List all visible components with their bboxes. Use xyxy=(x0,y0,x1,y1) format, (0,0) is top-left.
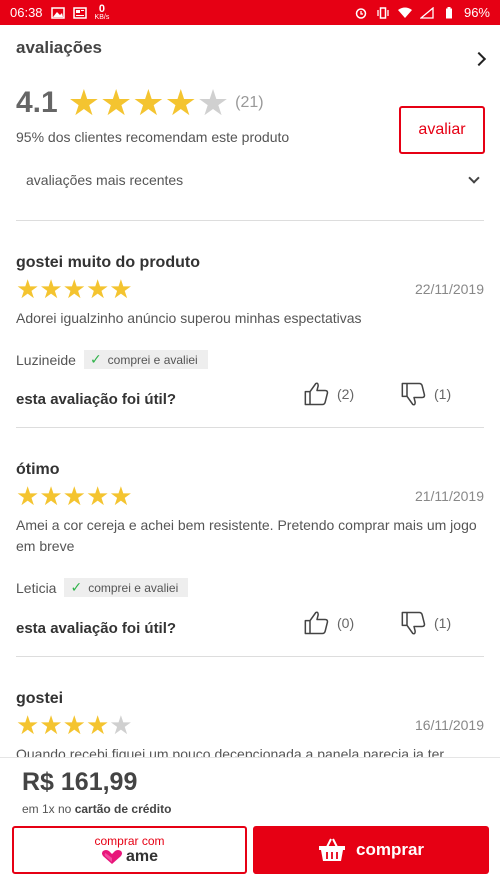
rating-stars: ★ ★ ★ ★ ★ xyxy=(68,85,229,121)
thumbs-down-icon xyxy=(401,611,426,635)
divider xyxy=(16,220,484,221)
review-author-row: Leticia ✓ comprei e avaliei xyxy=(16,578,189,597)
review-title: gostei muito do produto xyxy=(16,254,200,271)
section-title: avaliações xyxy=(16,38,103,57)
check-icon: ✓ xyxy=(89,351,102,367)
dislike-button[interactable]: (1) xyxy=(400,609,451,637)
thumbs-up-icon xyxy=(304,611,329,635)
chevron-down-icon xyxy=(468,172,480,184)
star-filled-icon: ★ xyxy=(100,82,133,123)
recommend-text: 95% dos clientes recomendam este produto xyxy=(16,129,290,145)
star-filled-icon: ★ xyxy=(109,481,133,511)
basket-icon xyxy=(318,838,345,861)
useful-question: esta avaliação foi útil? xyxy=(16,620,177,637)
battery-icon xyxy=(445,6,452,18)
review-title: ótimo xyxy=(16,461,60,478)
rating-average: 4.1 xyxy=(16,86,58,119)
review-card: gostei ★ ★ ★ ★ ★ 16/11/2019 Quando recebi fi… xyxy=(16,690,484,757)
review-date: 16/11/2019 xyxy=(414,717,484,733)
network-speed: 0 KB/s xyxy=(94,3,110,22)
installment-info: em 1x no cartão de crédito xyxy=(22,802,172,816)
buy-button-label: comprar xyxy=(355,840,425,859)
vibrate-icon xyxy=(377,6,389,19)
star-filled-icon: ★ xyxy=(16,481,40,511)
divider xyxy=(16,656,484,657)
clock: 06:38 xyxy=(10,5,43,20)
rate-button[interactable]: avaliar xyxy=(399,106,485,154)
star-empty-icon: ★ xyxy=(196,82,230,123)
review-date: 22/11/2019 xyxy=(414,281,484,297)
battery-level: 96% xyxy=(463,5,490,20)
check-icon: ✓ xyxy=(70,579,83,595)
dislike-button[interactable]: (1) xyxy=(400,380,451,408)
review-date: 21/11/2019 xyxy=(414,488,484,504)
ame-logo: ame xyxy=(101,848,158,866)
useful-question: esta avaliação foi útil? xyxy=(16,391,177,408)
review-author: Luzineide xyxy=(16,351,76,368)
sort-dropdown[interactable]: avaliações mais recentes xyxy=(16,163,484,197)
rating-count: (21) xyxy=(235,94,264,111)
dislike-count: (1) xyxy=(434,386,452,402)
review-body: Adorei igualzinho anúncio superou minhas… xyxy=(16,310,362,326)
sort-label: avaliações mais recentes xyxy=(26,172,184,188)
star-filled-icon: ★ xyxy=(16,710,40,740)
thumbs-up-icon xyxy=(304,382,329,406)
review-stars: ★ ★ ★ ★ ★ xyxy=(16,712,133,738)
rating-summary: 4.1 ★ ★ ★ ★ ★ (21) xyxy=(16,85,264,121)
buy-with-ame-button[interactable]: comprar com ame xyxy=(12,826,247,874)
like-count: (0) xyxy=(337,615,355,631)
star-filled-icon: ★ xyxy=(62,274,86,304)
review-body: Amei a cor cereja e achei bem resistente… xyxy=(16,517,477,554)
buy-button[interactable]: comprar xyxy=(253,826,489,874)
review-title: gostei xyxy=(16,690,64,707)
star-filled-icon: ★ xyxy=(39,710,63,740)
review-author-row: Luzineide ✓ comprei e avaliei xyxy=(16,350,208,369)
star-filled-icon: ★ xyxy=(85,710,110,740)
like-button[interactable]: (0) xyxy=(303,609,354,637)
dislike-count: (1) xyxy=(434,615,452,631)
alarm-icon xyxy=(355,7,367,19)
news-icon xyxy=(72,6,87,19)
status-bar: 06:38 0 KB/s 96% xyxy=(0,0,500,25)
price: R$ 161,99 xyxy=(22,768,138,796)
review-card: ótimo ★ ★ ★ ★ ★ 21/11/2019 Amei a cor cereja… xyxy=(16,461,484,637)
review-card: gostei muito do produto ★ ★ ★ ★ ★ 22/11/2019… xyxy=(16,254,484,408)
ame-heart-icon xyxy=(101,850,122,864)
verified-badge: ✓ comprei e avaliei xyxy=(83,350,208,369)
star-filled-icon: ★ xyxy=(164,82,197,123)
star-filled-icon: ★ xyxy=(85,274,110,304)
divider xyxy=(16,427,484,428)
star-filled-icon: ★ xyxy=(39,481,63,511)
chevron-right-icon[interactable] xyxy=(471,51,487,67)
verified-badge: ✓ comprei e avaliei xyxy=(64,578,189,597)
wifi-icon xyxy=(397,7,412,18)
star-filled-icon: ★ xyxy=(62,710,86,740)
ame-button-label: comprar com xyxy=(94,834,165,848)
review-author: Leticia xyxy=(16,579,57,596)
like-button[interactable]: (2) xyxy=(303,380,354,408)
reviews-content[interactable]: avaliações 4.1 ★ ★ ★ ★ ★ (21) 95% dos client… xyxy=(0,25,500,757)
thumbs-down-icon xyxy=(401,382,426,406)
star-filled-icon: ★ xyxy=(85,481,110,511)
review-body: Quando recebi fiquei um pouco decepciona… xyxy=(16,746,445,757)
review-stars: ★ ★ ★ ★ ★ xyxy=(16,483,133,509)
like-count: (2) xyxy=(337,386,355,402)
star-filled-icon: ★ xyxy=(39,274,63,304)
star-empty-icon: ★ xyxy=(109,710,133,740)
star-filled-icon: ★ xyxy=(132,82,165,123)
purchase-footer: R$ 161,99 em 1x no cartão de crédito com… xyxy=(0,757,500,889)
star-filled-icon: ★ xyxy=(62,481,86,511)
star-filled-icon: ★ xyxy=(67,82,100,123)
star-filled-icon: ★ xyxy=(109,274,133,304)
star-filled-icon: ★ xyxy=(16,274,40,304)
signal-icon xyxy=(419,6,434,19)
image-icon xyxy=(50,6,65,19)
review-stars: ★ ★ ★ ★ ★ xyxy=(16,276,133,302)
